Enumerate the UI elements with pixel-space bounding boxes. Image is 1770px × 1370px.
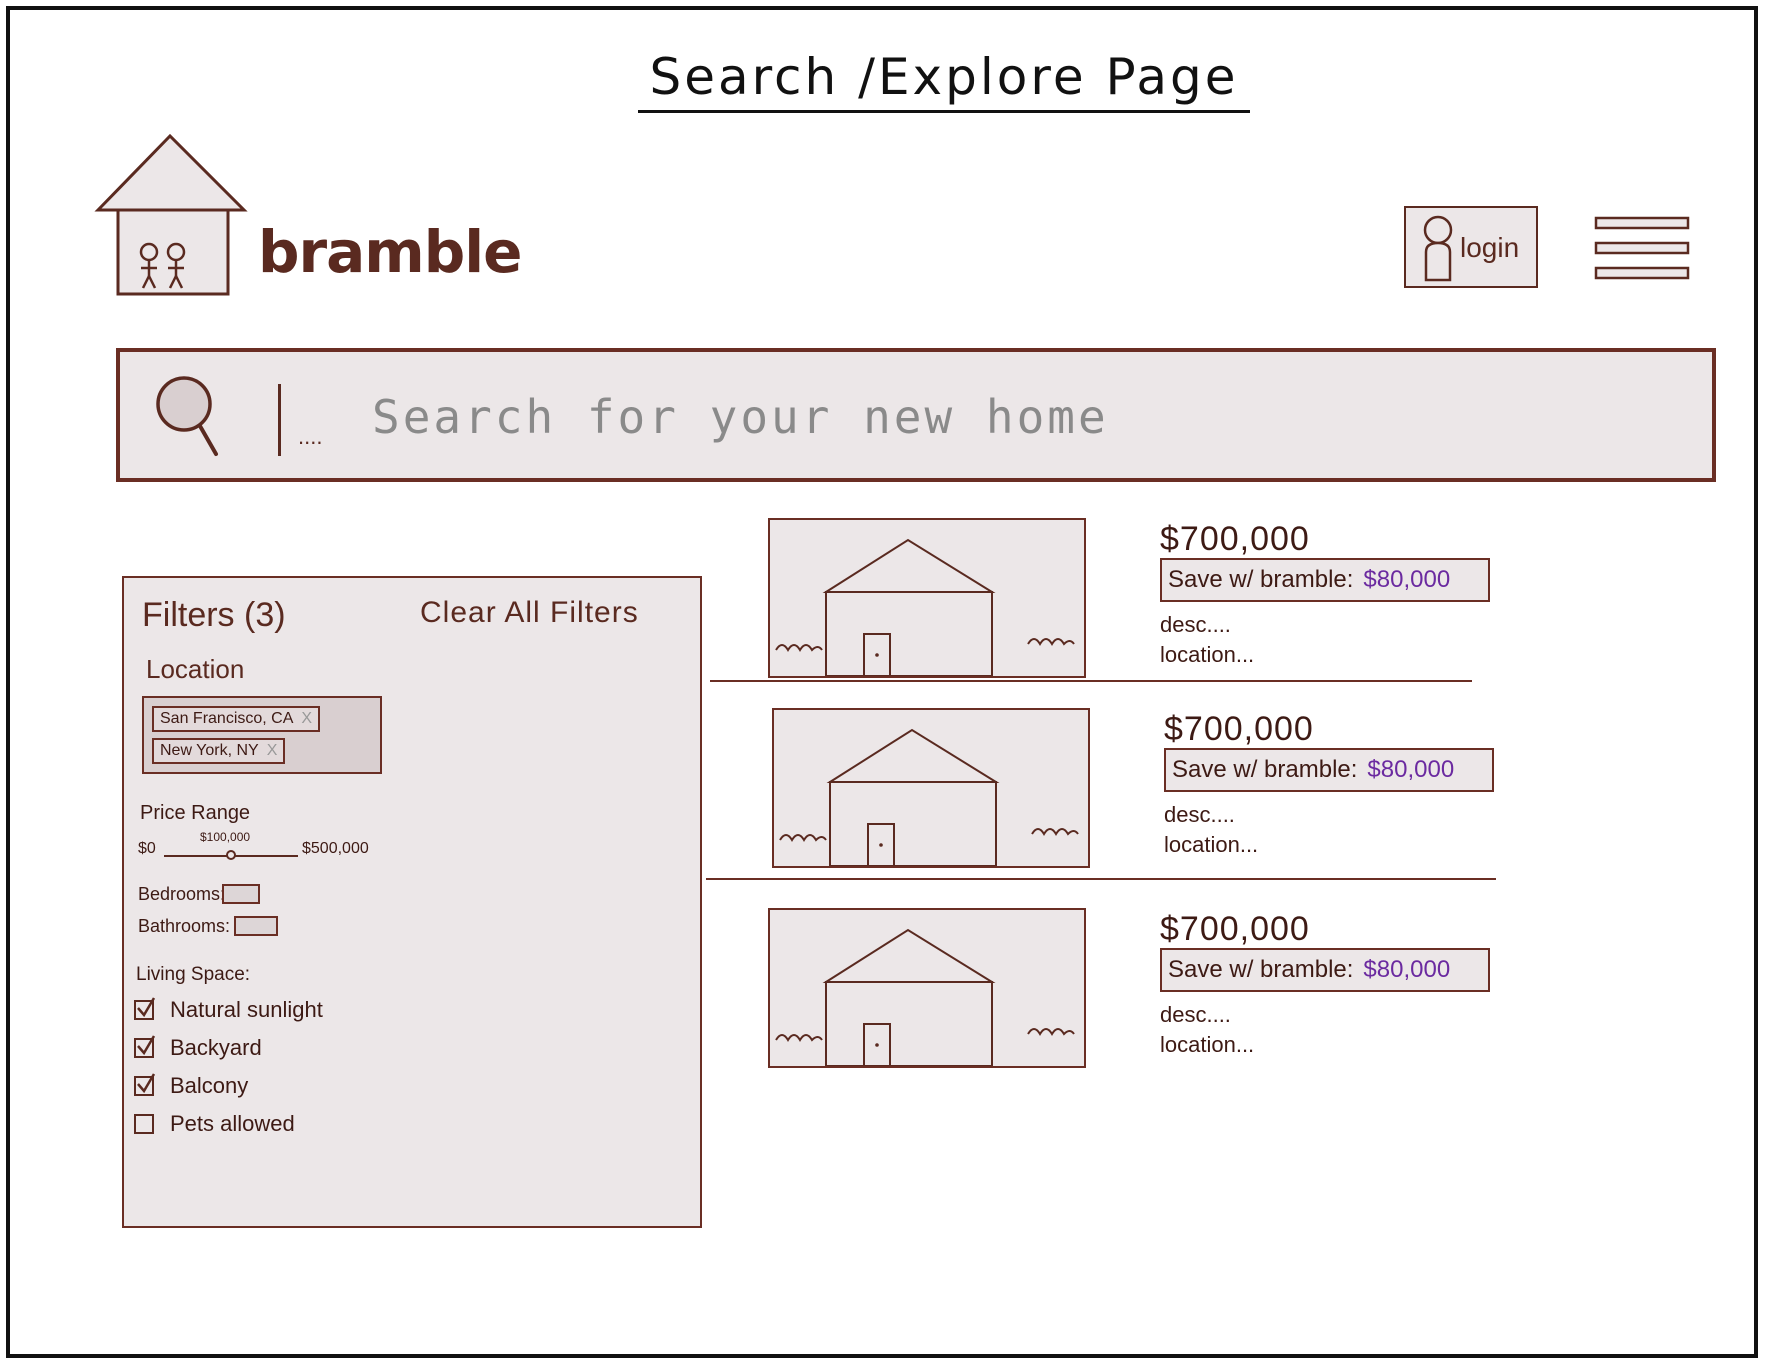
- location-chip-label: New York, NY: [160, 742, 259, 759]
- filters-panel: Filters (3) Clear All Filters Location S…: [122, 576, 702, 1228]
- house-placeholder-icon: [779, 728, 1079, 867]
- checkbox-checked-icon[interactable]: [134, 1035, 156, 1058]
- location-chip: San Francisco, CA X: [152, 706, 321, 732]
- listing-location: location...: [1160, 1032, 1255, 1057]
- checkbox-checked-icon[interactable]: [134, 997, 156, 1020]
- listing-card[interactable]: $700,000 Save w/ bramble: $80,000 desc...…: [772, 708, 1622, 888]
- location-chip-label: San Francisco, CA: [160, 710, 294, 727]
- listing-description: desc....: [1160, 612, 1231, 637]
- listing-price: $700,000: [1160, 910, 1310, 948]
- remove-chip-icon[interactable]: X: [301, 710, 312, 727]
- house-logo-icon: [94, 133, 248, 296]
- living-option-checkbox[interactable]: Pets allowed: [134, 1110, 295, 1138]
- text-cursor: [278, 384, 281, 456]
- listing-location: location...: [1164, 832, 1259, 857]
- living-option-label: Natural sunlight: [170, 997, 323, 1022]
- savings-label: Save w/ bramble:: [1168, 956, 1354, 983]
- living-option-label: Balcony: [170, 1073, 249, 1098]
- hamburger-menu-icon: [1594, 216, 1690, 280]
- savings-badge: Save w/ bramble: $80,000: [1164, 748, 1494, 792]
- savings-label: Save w/ bramble:: [1168, 566, 1354, 593]
- house-placeholder-icon: [775, 928, 1075, 1067]
- price-min-label: $0: [138, 840, 156, 857]
- savings-label: Save w/ bramble:: [1172, 756, 1358, 783]
- menu-button[interactable]: [1594, 216, 1690, 280]
- listing-description: desc....: [1164, 802, 1235, 827]
- savings-amount: $80,000: [1363, 956, 1451, 983]
- savings-badge: Save w/ bramble: $80,000: [1160, 948, 1490, 992]
- price-max-label: $500,000: [302, 840, 369, 857]
- checkbox-checked-icon[interactable]: [134, 1073, 156, 1096]
- user-icon: [1423, 215, 1453, 282]
- listing-location: location...: [1160, 642, 1255, 667]
- location-label: Location: [146, 654, 245, 684]
- living-space-label: Living Space:: [136, 964, 251, 985]
- listing-photo[interactable]: [768, 518, 1086, 678]
- brand-name: bramble: [258, 218, 522, 286]
- bathrooms-input[interactable]: [234, 916, 278, 936]
- page-heading: Search /Explore Page: [638, 48, 1250, 113]
- login-label: login: [1460, 232, 1520, 263]
- savings-amount: $80,000: [1363, 566, 1451, 593]
- living-option-label: Backyard: [170, 1035, 262, 1060]
- listing-card[interactable]: $700,000 Save w/ bramble: $80,000 desc...…: [768, 518, 1618, 698]
- search-bar[interactable]: ....: [116, 348, 1716, 482]
- price-range-label: Price Range: [140, 802, 251, 824]
- price-slider-handle[interactable]: [226, 850, 236, 860]
- savings-amount: $80,000: [1367, 756, 1455, 783]
- bedrooms-label: Bedrooms:: [138, 884, 226, 904]
- location-chip: New York, NY X: [152, 738, 286, 764]
- brand-logo[interactable]: [94, 126, 258, 298]
- search-input[interactable]: [370, 378, 1674, 456]
- page-frame: Search /Explore Page bramble login .... …: [6, 6, 1758, 1358]
- savings-badge: Save w/ bramble: $80,000: [1160, 558, 1490, 602]
- living-option-label: Pets allowed: [170, 1111, 295, 1136]
- listing-photo[interactable]: [768, 908, 1086, 1068]
- house-placeholder-icon: [775, 538, 1075, 677]
- bedrooms-input[interactable]: [222, 884, 260, 904]
- listing-card[interactable]: $700,000 Save w/ bramble: $80,000 desc...…: [768, 908, 1618, 1088]
- remove-chip-icon[interactable]: X: [267, 742, 278, 759]
- filters-title: Filters (3): [142, 596, 286, 634]
- search-icon: [156, 376, 218, 456]
- listing-price: $700,000: [1164, 710, 1314, 748]
- login-button[interactable]: login: [1404, 206, 1538, 288]
- bathrooms-label: Bathrooms:: [138, 916, 231, 936]
- living-option-checkbox[interactable]: Backyard: [134, 1034, 262, 1062]
- location-chips: San Francisco, CA X New York, NY X: [142, 696, 382, 774]
- living-option-checkbox[interactable]: Natural sunlight: [134, 996, 323, 1024]
- listing-divider: [710, 680, 1472, 682]
- price-current-label: $100,000: [200, 830, 251, 844]
- price-slider[interactable]: [164, 850, 298, 862]
- listing-photo[interactable]: [772, 708, 1090, 868]
- cursor-dots: ....: [298, 424, 323, 449]
- clear-all-filters-button[interactable]: Clear All Filters: [420, 596, 639, 630]
- listing-description: desc....: [1160, 1002, 1231, 1027]
- listing-divider: [706, 878, 1496, 880]
- living-option-checkbox[interactable]: Balcony: [134, 1072, 248, 1100]
- checkbox-empty-icon[interactable]: [134, 1114, 154, 1134]
- listing-price: $700,000: [1160, 520, 1310, 558]
